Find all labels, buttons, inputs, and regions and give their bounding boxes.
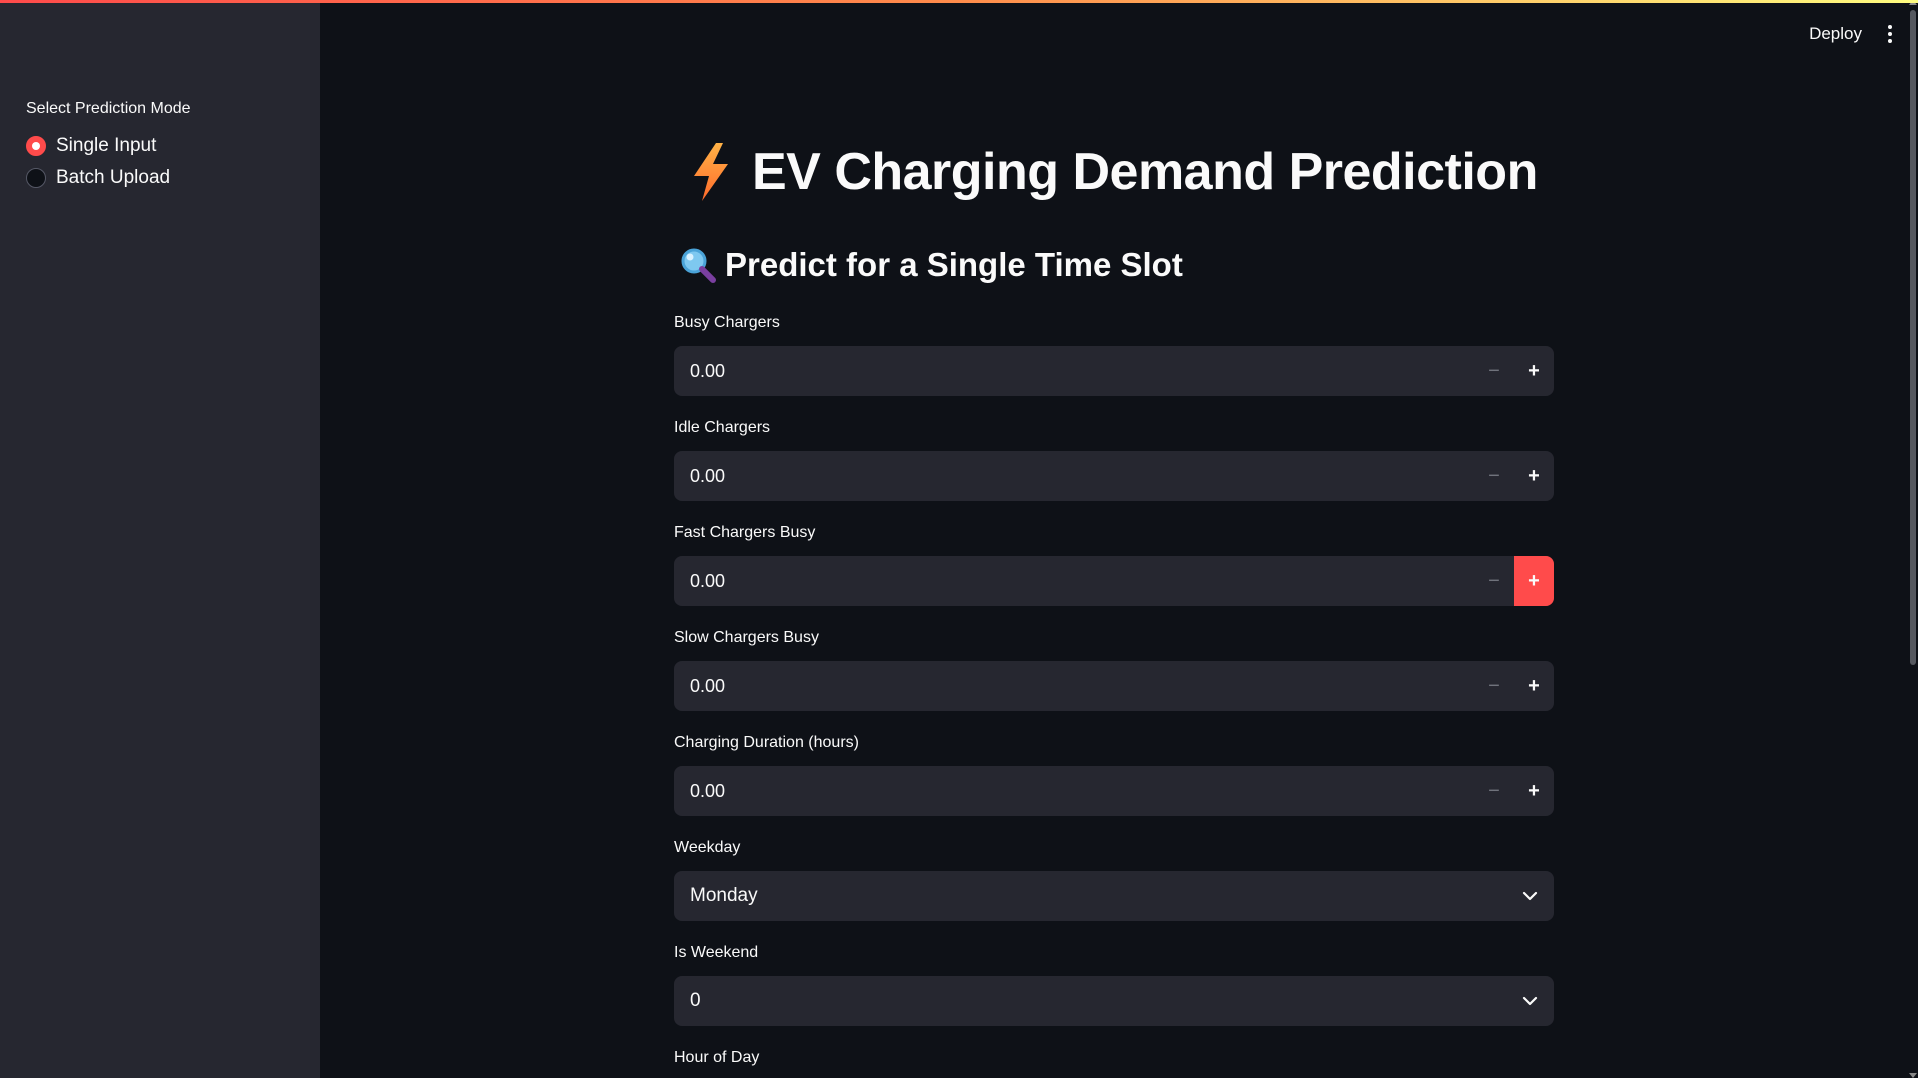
radio-single-input[interactable]: Single Input	[26, 133, 156, 159]
field-busy-chargers: Busy Chargers 0.00 − +	[674, 314, 1554, 396]
select-value: 0	[690, 990, 701, 1011]
decrement-button[interactable]: −	[1474, 556, 1514, 606]
field-label: Fast Chargers Busy	[674, 524, 816, 541]
number-value[interactable]: 0.00	[674, 676, 1474, 697]
increment-button[interactable]: +	[1514, 766, 1554, 816]
magnifying-glass-icon	[681, 248, 716, 283]
chevron-down-icon	[1522, 996, 1538, 1006]
radio-batch-upload[interactable]: Batch Upload	[26, 165, 170, 191]
kebab-menu-icon[interactable]	[1888, 25, 1892, 43]
decrement-button[interactable]: −	[1474, 661, 1514, 711]
decrement-button[interactable]: −	[1474, 451, 1514, 501]
radio-label-batch-upload: Batch Upload	[56, 167, 171, 188]
field-is-weekend: Is Weekend 0	[674, 944, 1554, 1026]
radio-label-single-input: Single Input	[56, 135, 157, 156]
field-label: Weekday	[674, 839, 741, 856]
scroll-down-icon[interactable]	[1909, 1073, 1917, 1078]
scroll-thumb[interactable]	[1910, 10, 1916, 665]
field-hour-of-day: Hour of Day	[674, 1049, 1554, 1069]
field-slow-chargers-busy: Slow Chargers Busy 0.00 − +	[674, 629, 1554, 711]
decrement-button[interactable]: −	[1474, 766, 1514, 816]
field-weekday: Weekday Monday	[674, 839, 1554, 921]
field-label: Charging Duration (hours)	[674, 734, 859, 751]
page-title-text: EV Charging Demand Prediction	[752, 143, 1538, 201]
top-gradient-bar	[0, 0, 1918, 3]
page-title: EV Charging Demand Prediction	[690, 142, 1538, 202]
charging-duration-input[interactable]: 0.00 − +	[674, 766, 1554, 816]
number-value[interactable]: 0.00	[674, 466, 1474, 487]
radio-indicator-checked	[26, 136, 46, 156]
field-label: Hour of Day	[674, 1049, 760, 1066]
deploy-button[interactable]: Deploy	[1809, 24, 1862, 44]
weekday-select[interactable]: Monday	[674, 871, 1554, 921]
scrollbar[interactable]	[1908, 0, 1918, 1078]
increment-button[interactable]: +	[1514, 451, 1554, 501]
fast-chargers-busy-input[interactable]: 0.00 − +	[674, 556, 1554, 606]
prediction-mode-label: Select Prediction Mode	[26, 100, 191, 117]
header-actions: Deploy	[1809, 24, 1892, 44]
sidebar: Select Prediction Mode Single Input Batc…	[0, 0, 320, 1078]
lightning-bolt-icon	[694, 143, 728, 201]
section-subtitle: Predict for a Single Time Slot	[679, 246, 1183, 284]
number-value[interactable]: 0.00	[674, 361, 1474, 382]
field-label: Idle Chargers	[674, 419, 771, 436]
section-subtitle-text: Predict for a Single Time Slot	[725, 246, 1183, 283]
field-idle-chargers: Idle Chargers 0.00 − +	[674, 419, 1554, 501]
is-weekend-select[interactable]: 0	[674, 976, 1554, 1026]
slow-chargers-busy-input[interactable]: 0.00 − +	[674, 661, 1554, 711]
field-fast-chargers-busy: Fast Chargers Busy 0.00 − +	[674, 524, 1554, 606]
field-label: Is Weekend	[674, 944, 759, 961]
decrement-button[interactable]: −	[1474, 346, 1514, 396]
busy-chargers-input[interactable]: 0.00 − +	[674, 346, 1554, 396]
idle-chargers-input[interactable]: 0.00 − +	[674, 451, 1554, 501]
field-label: Slow Chargers Busy	[674, 629, 819, 646]
increment-button[interactable]: +	[1514, 661, 1554, 711]
radio-indicator-unchecked	[26, 168, 46, 188]
number-value[interactable]: 0.00	[674, 781, 1474, 802]
chevron-down-icon	[1522, 891, 1538, 901]
field-charging-duration: Charging Duration (hours) 0.00 − +	[674, 734, 1554, 816]
increment-button[interactable]: +	[1514, 556, 1554, 606]
number-value[interactable]: 0.00	[674, 571, 1474, 592]
field-label: Busy Chargers	[674, 314, 780, 331]
select-value: Monday	[690, 885, 758, 906]
increment-button[interactable]: +	[1514, 346, 1554, 396]
